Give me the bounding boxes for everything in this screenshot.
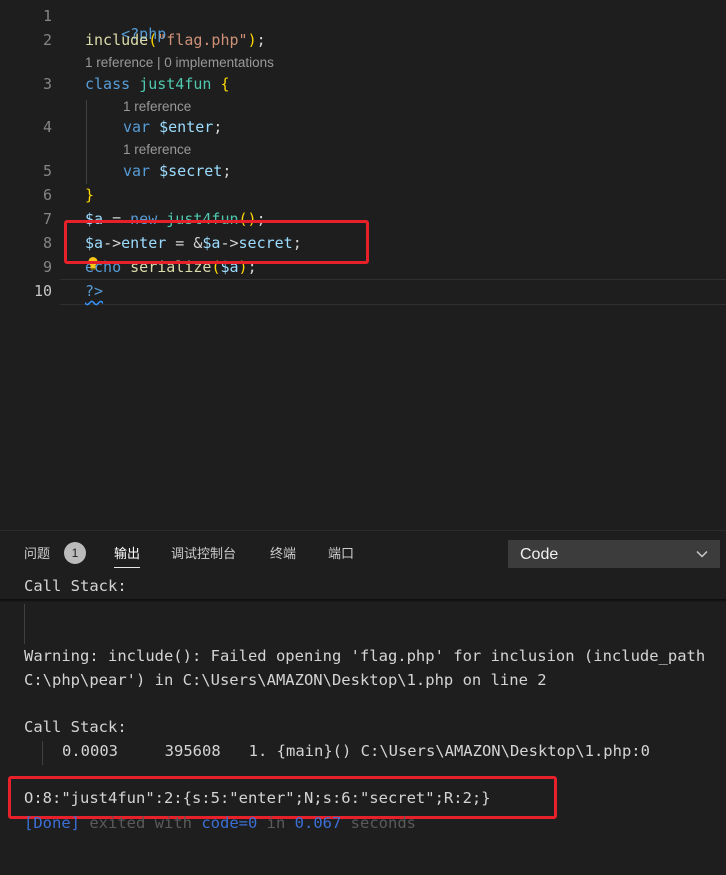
- code-token: (: [148, 31, 158, 49]
- codelens-enter-references[interactable]: 1 reference: [123, 99, 191, 114]
- code-token: include: [85, 31, 149, 49]
- indent-guide: [86, 100, 87, 184]
- code-editor[interactable]: 1 2 3 4 5 6 7 8 9 10 <?php include("flag…: [0, 0, 726, 530]
- done-text: exited with: [80, 814, 202, 832]
- line-number: 8: [42, 234, 52, 252]
- code-token: ;: [256, 31, 266, 49]
- sticky-shadow: [0, 599, 726, 602]
- code-token: }: [85, 186, 95, 204]
- tab-terminal[interactable]: 终端: [270, 543, 296, 562]
- line-number: 5: [42, 162, 52, 180]
- elapsed-time: 0.067: [294, 814, 342, 832]
- done-text: in: [257, 814, 295, 832]
- code-token: $secret: [159, 162, 223, 180]
- tab-problems[interactable]: 问题: [24, 543, 50, 562]
- line-number: 2: [42, 31, 52, 49]
- code-token: ;: [222, 162, 232, 180]
- code-token: var: [123, 162, 151, 180]
- output-indent-guide: [24, 604, 25, 644]
- codelens-class-references[interactable]: 1 reference | 0 implementations: [85, 55, 274, 70]
- problems-count-badge: 1: [64, 542, 86, 564]
- line-number: 7: [42, 210, 52, 228]
- output-channel-value: Code: [520, 546, 559, 563]
- code-token: just4fun: [139, 75, 212, 93]
- code-token: ;: [213, 118, 223, 136]
- output-warning-line-1: Warning: include(): Failed opening 'flag…: [24, 647, 706, 665]
- tab-ports[interactable]: 端口: [328, 543, 354, 562]
- exit-code: code=0: [201, 814, 258, 832]
- output-done-line: [Done] exited with code=0 in 0.067 secon…: [24, 814, 416, 832]
- line-number: 6: [42, 186, 52, 204]
- code-line-4[interactable]: var $enter;: [123, 118, 222, 136]
- line-number: 1: [42, 7, 52, 25]
- frame-description: 1. {main}() C:\Users\AMAZON\Desktop\1.ph…: [248, 742, 650, 760]
- output-callstack-label: Call Stack:: [24, 718, 127, 736]
- frame-memory: 395608: [164, 742, 221, 760]
- code-token: $enter: [159, 118, 214, 136]
- current-line-highlight: [60, 279, 726, 305]
- output-indent-guide: [42, 741, 43, 765]
- frame-time: 0.0003: [62, 742, 118, 760]
- done-tag: [Done]: [24, 814, 80, 832]
- line-number: 4: [42, 118, 52, 136]
- line-number: 9: [42, 258, 52, 276]
- tab-debug-console[interactable]: 调试控制台: [171, 543, 236, 562]
- output-callstack-frame: 0.0003 395608 1. {main}() C:\Users\AMAZO…: [62, 742, 650, 760]
- code-line-2[interactable]: include("flag.php");: [85, 31, 266, 49]
- code-line-3[interactable]: class just4fun {: [85, 75, 230, 93]
- code-token: class: [85, 75, 131, 93]
- line-number: 3: [42, 75, 52, 93]
- chevron-down-icon: [696, 550, 708, 558]
- code-token: var: [123, 118, 151, 136]
- code-token: "flag.php": [157, 31, 248, 49]
- done-text: seconds: [341, 814, 416, 832]
- code-line-5[interactable]: var $secret;: [123, 162, 231, 180]
- output-warning-line-2: C:\php\pear') in C:\Users\AMAZON\Desktop…: [24, 671, 547, 689]
- highlight-box: [64, 220, 369, 264]
- codelens-secret-references[interactable]: 1 reference: [123, 142, 191, 157]
- code-line-10[interactable]: ?>: [85, 282, 103, 300]
- code-line-6[interactable]: }: [85, 186, 94, 204]
- tab-output[interactable]: 输出: [114, 543, 141, 568]
- highlight-box: [8, 776, 557, 819]
- panel-tab-bar: 问题 1 输出 调试控制台 终端 端口 Code: [0, 531, 726, 575]
- output-sticky-header: Call Stack:: [24, 577, 127, 595]
- output-channel-select[interactable]: Code: [508, 540, 720, 568]
- php-close-tag: ?>: [85, 282, 104, 300]
- line-number-active: 10: [33, 282, 52, 300]
- code-token: ): [247, 31, 257, 49]
- code-token: {: [220, 75, 230, 93]
